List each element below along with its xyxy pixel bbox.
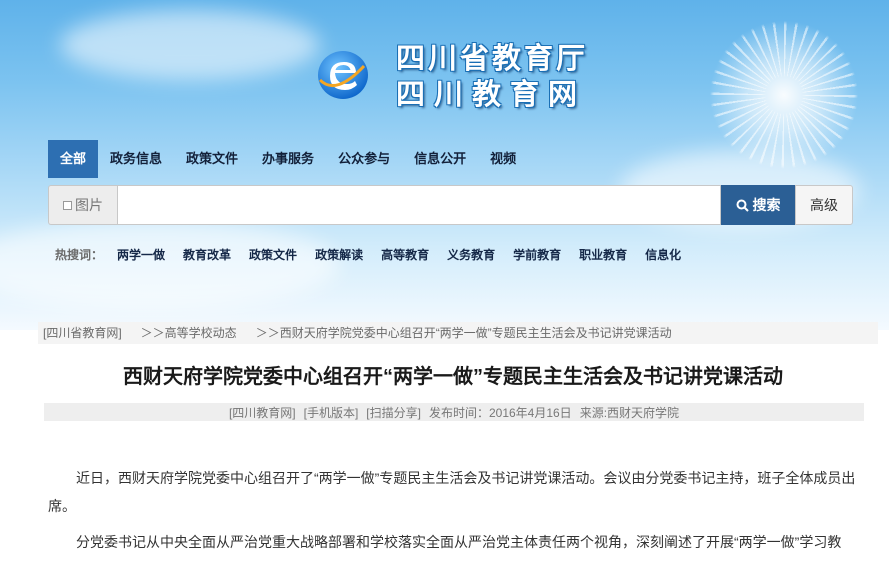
article-meta: [四川教育网] [手机版本] [扫描分享] 发布时间：2016年4月16日 来源… xyxy=(44,403,864,421)
site-title: 四川省教育厅 四川教育网 xyxy=(396,41,589,111)
search-icon xyxy=(736,199,749,212)
category-tabs: 全部 政务信息 政策文件 办事服务 公众参与 信息公开 视频 xyxy=(48,140,528,178)
mobile-version-link[interactable]: [手机版本] xyxy=(304,404,359,421)
article-source: 来源:西财天府学院 xyxy=(579,405,680,420)
advanced-search-button[interactable]: 高级 xyxy=(795,185,853,225)
breadcrumb-current-page[interactable]: ＞＞西财天府学院党委中心组召开“两学一做”专题民主生活会及书记讲党课活动 xyxy=(251,322,672,344)
search-button-label: 搜索 xyxy=(752,197,781,213)
tab-public-participation[interactable]: 公众参与 xyxy=(326,140,402,178)
cloud-decoration xyxy=(60,10,320,80)
hot-keyword[interactable]: 政策文件 xyxy=(249,246,297,263)
article-body: 近日，西财天府学院党委中心组召开了“两学一做”专题民主生活会及书记讲党课活动。会… xyxy=(48,464,864,564)
search-button[interactable]: 搜索 xyxy=(721,185,795,225)
breadcrumb: [四川省教育网] ＞＞高等学校动态 ＞＞西财天府学院党委中心组召开“两学一做”专… xyxy=(38,322,878,344)
image-scope-checkbox[interactable]: 图片 xyxy=(48,185,117,225)
cloud-decoration xyxy=(0,220,340,310)
e-logo-icon[interactable] xyxy=(316,48,370,102)
hot-keyword[interactable]: 信息化 xyxy=(645,246,681,263)
article-title: 西财天府学院党委中心组召开“两学一做”专题民主生活会及书记讲党课活动 xyxy=(123,366,783,388)
breadcrumb-home-link[interactable]: [四川省教育网] xyxy=(38,322,122,344)
hot-keyword[interactable]: 教育改革 xyxy=(183,246,231,263)
tab-information-disclosure[interactable]: 信息公开 xyxy=(402,140,478,178)
hot-keyword[interactable]: 政策解读 xyxy=(315,246,363,263)
publish-date: 发布时间：2016年4月16日 xyxy=(428,405,572,420)
hot-keyword[interactable]: 义务教育 xyxy=(447,246,495,263)
article-paragraph: 分党委书记从中央全面从严治党重大战略部署和学校落实全面从严治党主体责任两个视角，… xyxy=(76,534,842,550)
scan-share-link[interactable]: [扫描分享] xyxy=(366,404,421,421)
search-input[interactable] xyxy=(117,185,721,225)
checkbox-icon xyxy=(63,200,72,210)
hot-search-keywords: 热搜词： 两学一做 教育改革 政策文件 政策解读 高等教育 义务教育 学前教育 … xyxy=(55,244,699,264)
tab-video[interactable]: 视频 xyxy=(478,140,528,178)
hot-keyword[interactable]: 高等教育 xyxy=(381,246,429,263)
article-paragraph: 近日，西财天府学院党委中心组召开了“两学一做”专题民主生活会及书记讲党课活动。会… xyxy=(48,470,856,514)
tab-government-info[interactable]: 政务信息 xyxy=(98,140,174,178)
scope-label: 图片 xyxy=(75,197,103,213)
hot-keyword[interactable]: 两学一做 xyxy=(117,246,165,263)
search-bar: 图片 搜索 高级 xyxy=(48,185,854,225)
breadcrumb-category-link[interactable]: ＞＞高等学校动态 xyxy=(136,322,237,344)
tab-services[interactable]: 办事服务 xyxy=(250,140,326,178)
tab-policy-documents[interactable]: 政策文件 xyxy=(174,140,250,178)
hot-keyword[interactable]: 学前教育 xyxy=(513,246,561,263)
header-banner: 四川省教育厅 四川教育网 全部 政务信息 政策文件 办事服务 公众参与 信息公开… xyxy=(0,0,889,330)
tab-all[interactable]: 全部 xyxy=(48,140,99,178)
hot-search-label: 热搜词： xyxy=(55,247,104,262)
hot-keyword[interactable]: 职业教育 xyxy=(579,246,627,263)
site-link[interactable]: [四川教育网] xyxy=(229,404,296,421)
